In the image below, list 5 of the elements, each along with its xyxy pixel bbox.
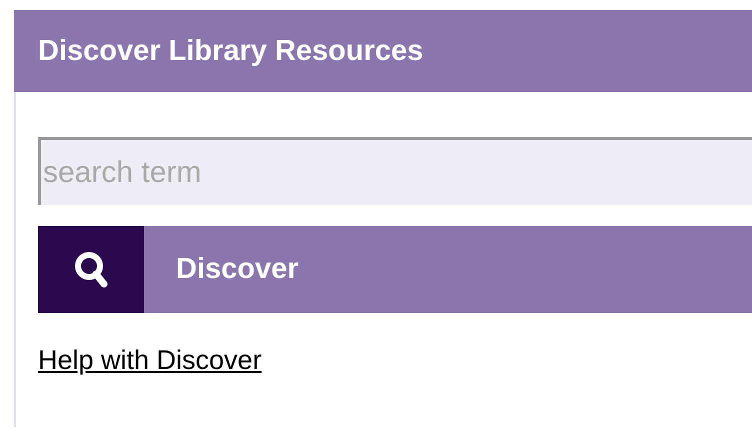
search-field[interactable]: search term xyxy=(38,137,752,205)
search-icon xyxy=(74,250,108,288)
help-link[interactable]: Help with Discover xyxy=(38,345,262,376)
panel-title: Discover Library Resources xyxy=(38,34,424,68)
discover-button[interactable]: Discover xyxy=(38,226,752,313)
